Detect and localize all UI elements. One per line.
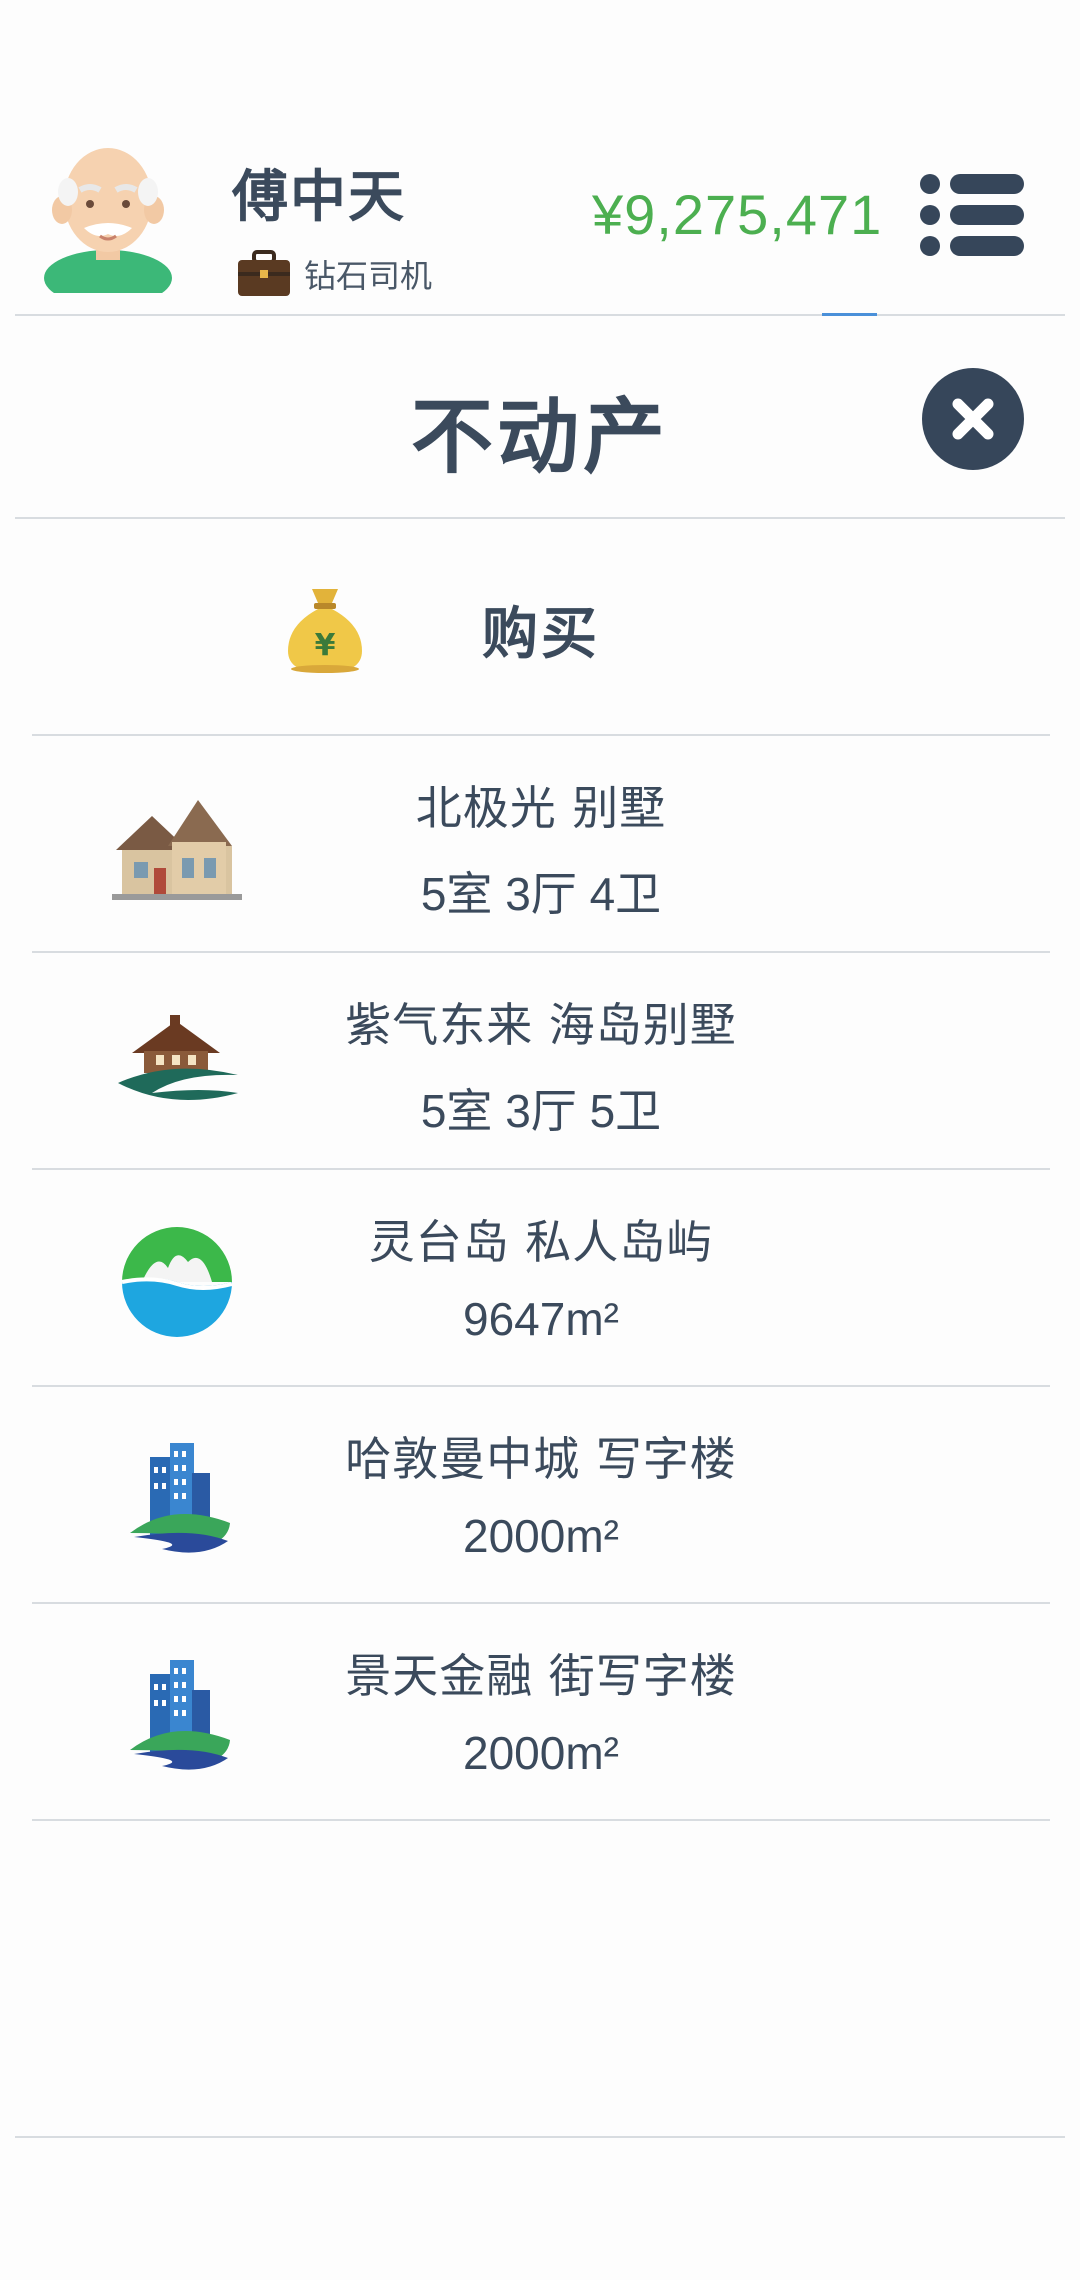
close-button[interactable] bbox=[922, 368, 1024, 470]
property-name: 景天金融 街写字楼 bbox=[345, 1649, 737, 1703]
property-row-island-villa[interactable]: 紫气东来 海岛别墅 5室 3厅 5卫 bbox=[32, 953, 1050, 1168]
job-row: 钻石司机 bbox=[236, 248, 432, 300]
list-menu-icon[interactable] bbox=[918, 170, 1028, 260]
property-name: 北极光 别墅 bbox=[415, 781, 667, 835]
balance-amount: ¥9,275,471 bbox=[592, 183, 883, 246]
bottom-divider bbox=[15, 2136, 1065, 2138]
header-divider bbox=[15, 314, 1065, 316]
property-row-villa[interactable]: 北极光 别墅 5室 3厅 4卫 bbox=[32, 736, 1050, 951]
property-detail: 2000m² bbox=[463, 1727, 619, 1779]
property-detail: 5室 3厅 4卫 bbox=[420, 868, 662, 920]
property-detail: 5室 3厅 5卫 bbox=[420, 1085, 662, 1137]
real-estate-screen: 傅中天 钻石司机 ¥9,275,471 不动产 ¥ 购买 北极光 别墅 5室 3… bbox=[0, 0, 1080, 2280]
briefcase-icon bbox=[236, 250, 292, 298]
property-name: 灵台岛 私人岛屿 bbox=[368, 1215, 714, 1269]
property-detail: 2000m² bbox=[463, 1510, 619, 1562]
old-man-avatar-icon bbox=[38, 128, 178, 306]
tab-indicator bbox=[822, 313, 877, 316]
property-name: 紫气东来 海岛别墅 bbox=[345, 998, 737, 1052]
property-name: 哈敦曼中城 写字楼 bbox=[345, 1432, 737, 1486]
property-row-office-2[interactable]: 景天金融 街写字楼 2000m² bbox=[32, 1604, 1050, 1819]
job-title: 钻石司机 bbox=[304, 257, 433, 295]
page-title: 不动产 bbox=[410, 390, 669, 485]
property-row-office-1[interactable]: 哈敦曼中城 写字楼 2000m² bbox=[32, 1387, 1050, 1602]
close-icon bbox=[952, 398, 994, 440]
profile-header: 傅中天 钻石司机 ¥9,275,471 bbox=[0, 0, 1080, 316]
row-divider bbox=[32, 1819, 1050, 1821]
property-detail: 9647m² bbox=[463, 1293, 619, 1345]
buy-button[interactable]: ¥ 购买 bbox=[32, 519, 1050, 734]
buy-label: 购买 bbox=[482, 602, 600, 667]
user-name: 傅中天 bbox=[232, 165, 406, 230]
property-row-private-island[interactable]: 灵台岛 私人岛屿 9647m² bbox=[32, 1170, 1050, 1385]
